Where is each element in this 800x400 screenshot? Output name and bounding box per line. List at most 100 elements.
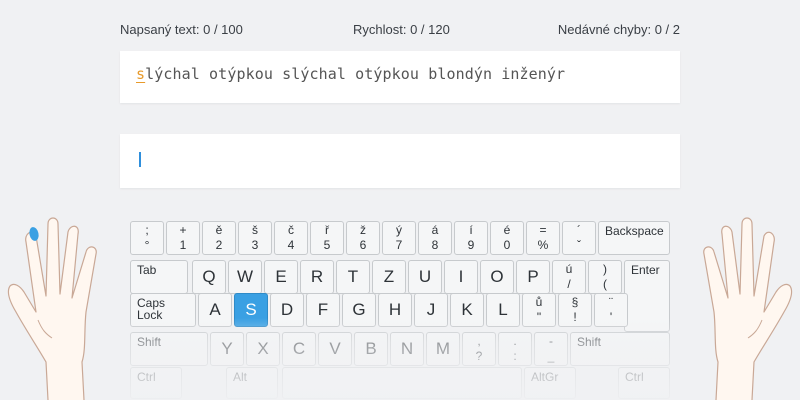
key-shift-right[interactable]: Shift [570, 332, 670, 366]
key-extra-r4-2-base-label: : [513, 349, 517, 363]
key-13-sym[interactable]: ´ ˇ [562, 221, 596, 255]
typed-text-stat: Napsaný text: 0 / 100 [120, 22, 243, 37]
key-6-5-base-label: 5 [323, 238, 331, 252]
key-h[interactable]: H [378, 293, 412, 327]
key-1-sym-shift-label: ; [145, 223, 149, 237]
key-4-3-base-label: 3 [251, 238, 259, 252]
key-y[interactable]: Y [210, 332, 244, 366]
key-10-9-base-label: 9 [467, 238, 475, 252]
key-altgr[interactable]: AltGr [524, 367, 576, 399]
key-altgr-label: AltGr [531, 370, 559, 384]
key-2-1-base-label: 1 [179, 238, 187, 252]
key-backspace-label: Backspace [605, 224, 664, 238]
key-extra-r4-1[interactable]: ,? [462, 332, 496, 366]
key-e[interactable]: E [264, 260, 298, 294]
key-5-4[interactable]: č4 [274, 221, 308, 255]
key-t[interactable]: T [336, 260, 370, 294]
left-hand-illustration [7, 217, 97, 400]
key-ctrl-right-label: Ctrl [625, 370, 644, 384]
key-9-8[interactable]: á8 [418, 221, 452, 255]
key-9-8-base-label: 8 [431, 238, 439, 252]
key-extra-r3-2-shift-label: § [571, 295, 579, 309]
key-w[interactable]: W [228, 260, 262, 294]
key-12-sym-base-label: % [537, 238, 549, 252]
key-g[interactable]: G [342, 293, 376, 327]
key-b[interactable]: B [354, 332, 388, 366]
key-11-0-shift-label: é [503, 223, 511, 237]
key-13-sym-shift-label: ´ [577, 223, 581, 237]
key-7-6[interactable]: ž6 [346, 221, 380, 255]
key-9-8-shift-label: á [431, 223, 439, 237]
key-3-2-shift-label: ě [215, 223, 223, 237]
key-p[interactable]: P [516, 260, 550, 294]
key-8-7-base-label: 7 [395, 238, 403, 252]
typing-input-card[interactable] [120, 134, 680, 188]
key-i[interactable]: I [444, 260, 478, 294]
key-s[interactable]: S [234, 293, 268, 327]
key-extra-r3-2-base-label: ! [573, 310, 577, 324]
key-m[interactable]: M [426, 332, 460, 366]
key-5-4-shift-label: č [288, 223, 294, 237]
key-sym-r2-shift-label: ú [565, 262, 573, 276]
key-10-9[interactable]: í9 [454, 221, 488, 255]
key-v[interactable]: V [318, 332, 352, 366]
key-backspace[interactable]: Backspace [598, 221, 670, 255]
key-shift-left[interactable]: Shift [130, 332, 208, 366]
key-sym-r2-shift-label: ) [603, 262, 607, 276]
key-extra-r4-1-base-label: ? [475, 349, 483, 363]
key-11-0-base-label: 0 [503, 238, 511, 252]
key-x[interactable]: X [246, 332, 280, 366]
key-ctrl-left[interactable]: Ctrl [130, 367, 182, 399]
key-k[interactable]: K [450, 293, 484, 327]
key-enter[interactable]: Enter [624, 260, 670, 332]
remaining-text: lýchal otýpkou slýchal otýpkou blondýn i… [145, 65, 566, 83]
key-extra-r4-2[interactable]: .: [498, 332, 532, 366]
key-4-3-shift-label: š [252, 223, 258, 237]
key-extra-r3-3[interactable]: ¨ ' [594, 293, 628, 327]
key-11-0[interactable]: é0 [490, 221, 524, 255]
key-3-2[interactable]: ě2 [202, 221, 236, 255]
key-7-6-shift-label: ž [360, 223, 366, 237]
key-n[interactable]: N [390, 332, 424, 366]
key-ctrl-right[interactable]: Ctrl [618, 367, 670, 399]
key-sym-r2[interactable]: )( [588, 260, 622, 294]
key-8-7-shift-label: ý [396, 223, 402, 237]
key-l[interactable]: L [486, 293, 520, 327]
key-a[interactable]: A [198, 293, 232, 327]
recent-errors-stat: Nedávné chyby: 0 / 2 [557, 22, 680, 37]
key-tab[interactable]: Tab [130, 260, 188, 294]
key-shift-left-label: Shift [137, 335, 162, 349]
key-c[interactable]: C [282, 332, 316, 366]
key-j[interactable]: J [414, 293, 448, 327]
key-2-1[interactable]: +1 [166, 221, 200, 255]
key-q[interactable]: Q [192, 260, 226, 294]
key-6-5[interactable]: ř5 [310, 221, 344, 255]
key-caps-lock-label: Caps Lock [137, 296, 166, 322]
key-sym-r2[interactable]: ú / [552, 260, 586, 294]
key-extra-r3-1-shift-label: ů [535, 295, 543, 309]
key-space[interactable] [282, 367, 522, 399]
key-extra-r4-3-base-label: _ [547, 349, 555, 363]
key-4-3[interactable]: š3 [238, 221, 272, 255]
key-shift-right-label: Shift [577, 335, 602, 349]
key-1-sym[interactable]: ; ° [130, 221, 164, 255]
key-extra-r3-1[interactable]: ů " [522, 293, 556, 327]
key-5-4-base-label: 4 [287, 238, 295, 252]
key-12-sym[interactable]: =% [526, 221, 560, 255]
key-u[interactable]: U [408, 260, 442, 294]
key-extra-r4-3[interactable]: - _ [534, 332, 568, 366]
key-8-7[interactable]: ý7 [382, 221, 416, 255]
key-2-1-shift-label: + [179, 223, 187, 237]
key-d[interactable]: D [270, 293, 304, 327]
key-ctrl-left-label: Ctrl [137, 370, 156, 384]
key-r[interactable]: R [300, 260, 334, 294]
key-extra-r3-2[interactable]: §! [558, 293, 592, 327]
key-6-5-shift-label: ř [325, 223, 329, 237]
key-extra-r3-1-base-label: " [536, 310, 542, 324]
key-o[interactable]: O [480, 260, 514, 294]
key-f[interactable]: F [306, 293, 340, 327]
key-caps-lock[interactable]: Caps Lock [130, 293, 196, 327]
key-alt[interactable]: Alt [226, 367, 278, 399]
lesson-text-card: slýchal otýpkou slýchal otýpkou blondýn … [120, 51, 680, 103]
key-z[interactable]: Z [372, 260, 406, 294]
